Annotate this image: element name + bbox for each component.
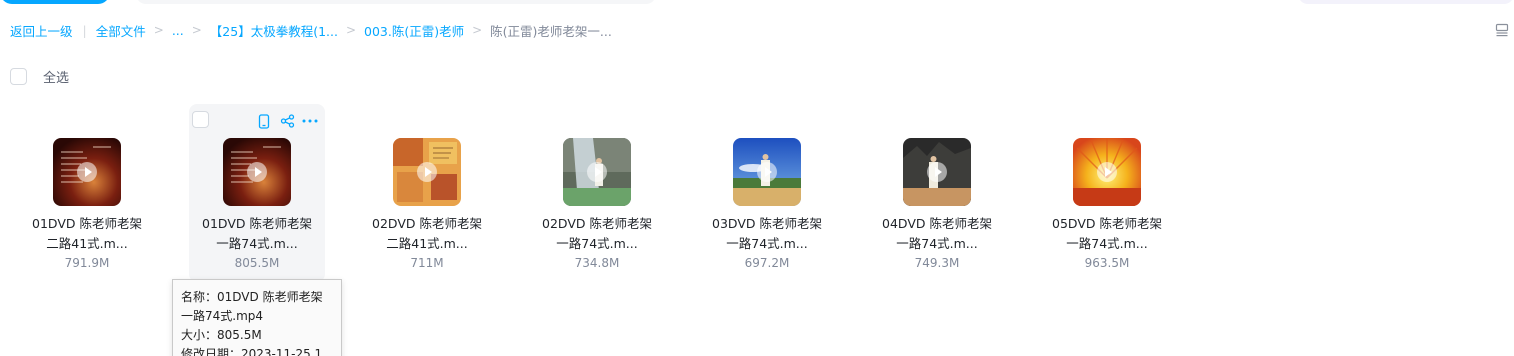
video-thumbnail — [223, 138, 291, 206]
file-actions — [256, 113, 318, 129]
file-name[interactable]: 05DVD 陈老师老架 一路74式.m... — [1039, 214, 1175, 254]
file-name-line-2: 一路74式.m... — [1066, 236, 1148, 251]
file-name[interactable]: 03DVD 陈老师老架 一路74式.m... — [699, 214, 835, 254]
phone-icon[interactable] — [256, 113, 272, 129]
file-name-line-1: 02DVD 陈老师老架 — [372, 216, 482, 231]
file-size: 963.5M — [1084, 256, 1130, 270]
file-name-line-1: 01DVD 陈老师老架 — [32, 216, 142, 231]
file-card[interactable]: 02DVD 陈老师老架 二路41式.m... 711M — [359, 104, 495, 282]
video-thumbnail — [903, 138, 971, 206]
select-all-label: 全选 — [43, 71, 70, 86]
tooltip-name-line-2: 一路74式.mp4 — [181, 309, 264, 323]
file-size: 734.8M — [574, 256, 620, 270]
file-info-tooltip: 名称：01DVD 陈老师老架 一路74式.mp4 大小：805.5M 修改日期：… — [172, 279, 342, 356]
list-view-icon[interactable] — [1495, 22, 1509, 37]
play-icon — [247, 162, 267, 182]
chevron-right-icon: > — [191, 23, 202, 37]
back-link[interactable]: 返回上一级 — [10, 21, 73, 40]
breadcrumb-level-2[interactable]: 003.陈(正雷)老师 — [364, 21, 464, 40]
play-icon — [927, 162, 947, 182]
play-icon — [77, 162, 97, 182]
select-all[interactable]: 全选 — [10, 67, 69, 86]
chevron-right-icon: > — [153, 23, 164, 37]
video-thumbnail — [563, 138, 631, 206]
breadcrumb-level-1[interactable]: 【25】太极拳教程(1... — [210, 21, 338, 40]
top-right-panel-edge — [1298, 0, 1514, 4]
file-name[interactable]: 02DVD 陈老师老架 二路41式.m... — [359, 214, 495, 254]
file-card[interactable]: 01DVD 陈老师老架 二路41式.m... 791.9M — [19, 104, 155, 282]
file-name-line-2: 一路74式.m... — [726, 236, 808, 251]
play-icon — [417, 162, 437, 182]
file-name-line-2: 一路74式.m... — [556, 236, 638, 251]
file-size: 697.2M — [744, 256, 790, 270]
video-thumbnail — [393, 138, 461, 206]
video-thumbnail — [733, 138, 801, 206]
video-thumbnail — [1073, 138, 1141, 206]
more-icon[interactable] — [302, 113, 318, 129]
breadcrumb-ellipsis[interactable]: ... — [172, 23, 184, 38]
file-card[interactable]: 02DVD 陈老师老架 一路74式.m... 734.8M — [529, 104, 665, 282]
file-name-line-2: 二路41式.m... — [386, 236, 468, 251]
upload-button-edge[interactable] — [0, 0, 110, 4]
file-name-line-1: 05DVD 陈老师老架 — [1052, 216, 1162, 231]
tooltip-modified: 修改日期：2023-11-25 1 — [181, 347, 323, 356]
tooltip-name-line-1: 名称：01DVD 陈老师老架 — [181, 290, 323, 304]
file-name-line-1: 04DVD 陈老师老架 — [882, 216, 992, 231]
breadcrumb-current: 陈(正雷)老师老架一... — [490, 23, 612, 39]
chevron-right-icon: > — [345, 23, 357, 37]
file-card[interactable]: 04DVD 陈老师老架 一路74式.m... 749.3M — [869, 104, 1005, 282]
file-name-line-2: 二路41式.m... — [46, 236, 128, 251]
file-name-line-2: 一路74式.m... — [216, 236, 298, 251]
play-icon — [1097, 162, 1117, 182]
tooltip-size: 大小：805.5M — [181, 328, 262, 342]
file-name[interactable]: 04DVD 陈老师老架 一路74式.m... — [869, 214, 1005, 254]
file-size: 711M — [410, 256, 444, 270]
select-all-checkbox[interactable] — [10, 68, 27, 85]
file-name[interactable]: 02DVD 陈老师老架 一路74式.m... — [529, 214, 665, 254]
share-icon[interactable] — [279, 113, 295, 129]
file-name-line-1: 01DVD 陈老师老架 — [202, 216, 312, 231]
file-name[interactable]: 01DVD 陈老师老架 二路41式.m... — [19, 214, 155, 254]
search-bar-edge[interactable] — [136, 0, 656, 4]
file-name-line-1: 03DVD 陈老师老架 — [712, 216, 822, 231]
play-icon — [587, 162, 607, 182]
play-icon — [757, 162, 777, 182]
file-size: 791.9M — [64, 256, 110, 270]
file-card[interactable]: 01DVD 陈老师老架 一路74式.m... 805.5M — [189, 104, 325, 282]
file-name[interactable]: 01DVD 陈老师老架 一路74式.m... — [189, 214, 325, 254]
breadcrumb: 返回上一级 | 全部文件 > ... > 【25】太极拳教程(1... > 00… — [10, 20, 612, 40]
file-card[interactable]: 03DVD 陈老师老架 一路74式.m... 697.2M — [699, 104, 835, 282]
file-checkbox[interactable] — [192, 111, 209, 128]
file-name-line-1: 02DVD 陈老师老架 — [542, 216, 652, 231]
chevron-right-icon: > — [472, 23, 483, 37]
file-size: 805.5M — [234, 256, 280, 270]
breadcrumb-divider: | — [82, 22, 87, 38]
file-card[interactable]: 05DVD 陈老师老架 一路74式.m... 963.5M — [1039, 104, 1175, 282]
video-thumbnail — [53, 138, 121, 206]
file-name-line-2: 一路74式.m... — [896, 236, 978, 251]
file-size: 749.3M — [914, 256, 960, 270]
breadcrumb-all-files[interactable]: 全部文件 — [96, 21, 146, 40]
